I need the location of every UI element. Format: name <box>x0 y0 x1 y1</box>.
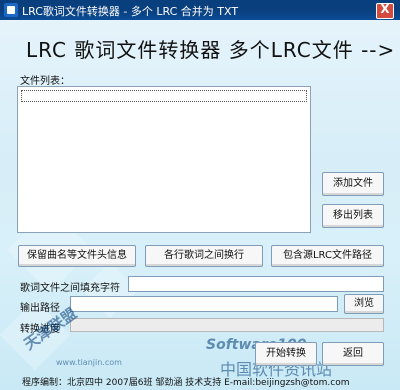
back-button[interactable]: 返回 <box>322 342 384 366</box>
window-title: LRC歌词文件转换器 - 多个 LRC 合并为 TXT <box>22 5 239 18</box>
remove-list-button[interactable]: 移出列表 <box>322 204 384 228</box>
start-convert-button[interactable]: 开始转换 <box>255 342 317 366</box>
output-path-input[interactable] <box>70 296 338 312</box>
page-title: LRC 歌词文件转换器 多个LRC文件 --> TXT <box>26 38 400 62</box>
progress-bar <box>70 318 384 332</box>
file-list[interactable] <box>17 86 311 233</box>
browse-button[interactable]: 浏览 <box>344 294 384 314</box>
app-icon <box>4 3 18 17</box>
fill-char-input[interactable] <box>128 276 384 292</box>
close-button[interactable]: X <box>376 2 394 19</box>
file-list-label: 文件列表： <box>20 76 70 87</box>
add-file-button[interactable]: 添加文件 <box>322 172 384 196</box>
fill-char-label: 歌词文件之间填充字符 <box>20 283 120 294</box>
include-path-toggle[interactable]: 包含源LRC文件路径 <box>271 245 384 267</box>
line-break-toggle[interactable]: 各行歌词之间换行 <box>145 245 263 267</box>
watermark-url: www.tianjin.com <box>56 358 122 367</box>
close-icon: X <box>380 2 390 16</box>
list-item-placeholder[interactable] <box>21 90 307 102</box>
title-bar: LRC歌词文件转换器 - 多个 LRC 合并为 TXT X <box>0 0 400 20</box>
app-window: LRC歌词文件转换器 - 多个 LRC 合并为 TXT X LRC 歌词文件转换… <box>0 0 400 390</box>
keep-header-toggle[interactable]: 保留曲名等文件头信息 <box>18 245 136 267</box>
footer-credits: 程序编制：北京四中 2007届6班 邹劲涵 技术支持 E-mail:beijin… <box>22 378 350 388</box>
